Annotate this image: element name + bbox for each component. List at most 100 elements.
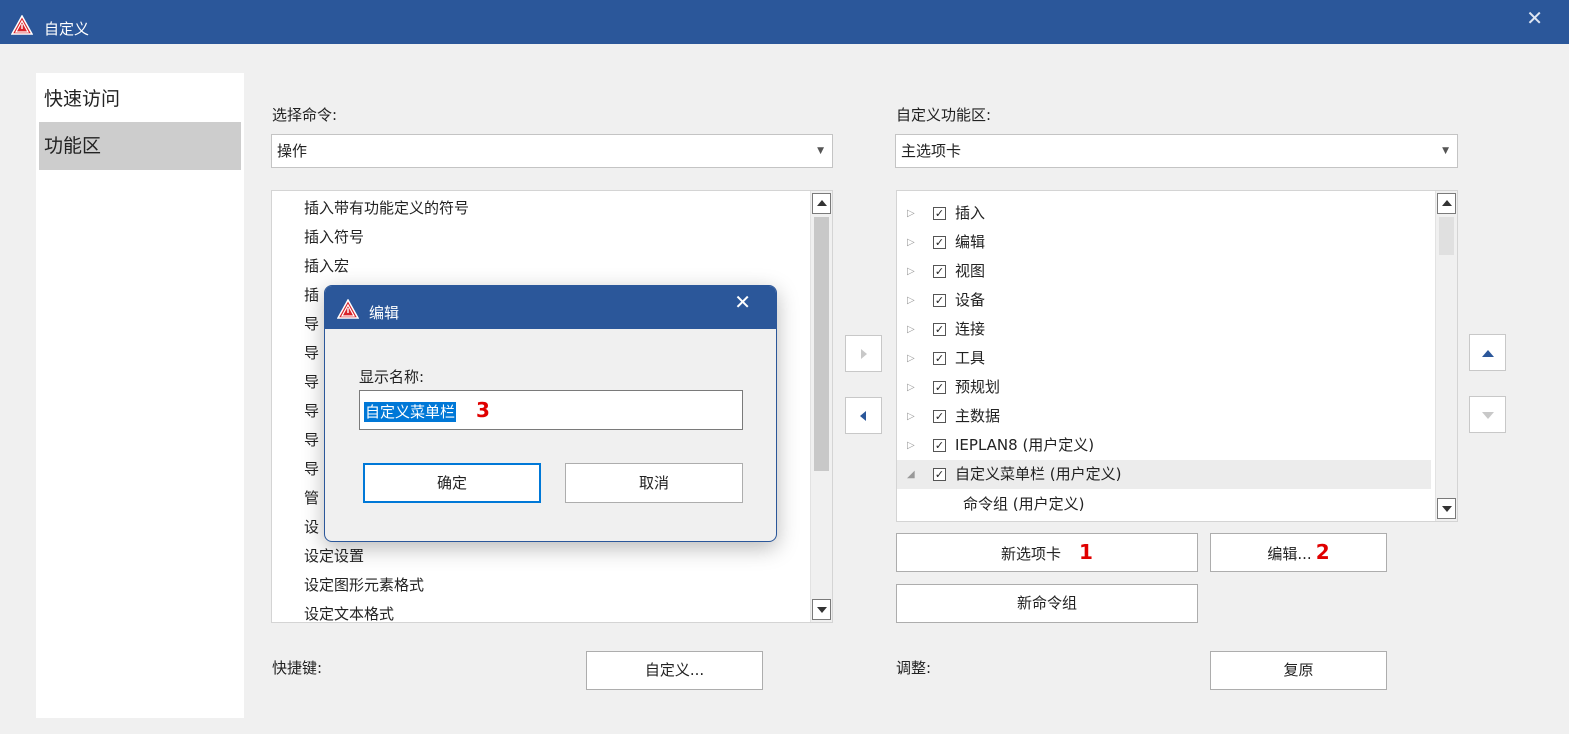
checkbox[interactable]: ✓: [933, 352, 946, 365]
scroll-down-button[interactable]: [1437, 498, 1456, 519]
tree-item-custom-menubar[interactable]: ◢ ✓ 自定义菜单栏 (用户定义): [897, 460, 1431, 489]
tree-item-label: 编辑: [955, 233, 986, 251]
list-item[interactable]: 导: [304, 310, 319, 339]
tree-item-label: IEPLAN8 (用户定义): [955, 436, 1095, 454]
ribbon-tree-scrollbar[interactable]: [1435, 191, 1457, 521]
expand-icon[interactable]: ▷: [907, 286, 915, 315]
annotation-marker: 1: [1079, 540, 1093, 564]
checkbox[interactable]: ✓: [933, 439, 946, 452]
ribbon-tree[interactable]: ▷ ✓ 插入 ▷ ✓ 编辑 ▷ ✓ 视图 ▷ ✓ 设备 ▷ ✓ 连接 ▷ ✓ 工…: [896, 190, 1458, 522]
tree-item-insert[interactable]: ▷ ✓ 插入: [897, 199, 1431, 228]
list-item[interactable]: 导: [304, 426, 319, 455]
tree-item-ieplan8[interactable]: ▷ ✓ IEPLAN8 (用户定义): [897, 431, 1431, 460]
nav-item-ribbon[interactable]: 功能区: [39, 122, 241, 170]
expand-icon[interactable]: ▷: [907, 257, 915, 286]
expand-icon[interactable]: ▷: [907, 199, 915, 228]
tree-item-view[interactable]: ▷ ✓ 视图: [897, 257, 1431, 286]
tree-item-label: 命令组 (用户定义): [963, 495, 1085, 513]
commands-combo[interactable]: 操作 ▼: [271, 134, 833, 168]
warning-triangle-icon: [10, 14, 34, 39]
commands-combo-value: 操作: [277, 142, 308, 160]
checkbox[interactable]: ✓: [933, 323, 946, 336]
expand-icon[interactable]: ▷: [907, 344, 915, 373]
ribbon-combo[interactable]: 主选项卡 ▼: [895, 134, 1458, 168]
chevron-down-icon: ▼: [817, 146, 824, 156]
checkbox[interactable]: ✓: [933, 381, 946, 394]
tree-item-tools[interactable]: ▷ ✓ 工具: [897, 344, 1431, 373]
display-name-label: 显示名称:: [359, 368, 425, 386]
commands-scrollbar[interactable]: [810, 191, 832, 622]
display-name-input[interactable]: 自定义菜单栏 3: [359, 390, 743, 430]
tree-item-label: 设备: [955, 291, 986, 309]
dialog-titlebar: 编辑 ✕: [325, 286, 776, 329]
list-item[interactable]: 导: [304, 339, 319, 368]
expand-icon[interactable]: ▷: [907, 315, 915, 344]
close-icon[interactable]: ✕: [734, 292, 751, 312]
edit-button[interactable]: 编辑... 2: [1210, 533, 1387, 572]
list-item[interactable]: 插入符号: [304, 223, 364, 252]
tree-item-label: 连接: [955, 320, 986, 338]
list-item[interactable]: 插: [304, 281, 319, 310]
remove-command-button[interactable]: [845, 397, 882, 434]
tree-item-device[interactable]: ▷ ✓ 设备: [897, 286, 1431, 315]
arrow-up-icon: [1442, 200, 1452, 206]
move-down-button[interactable]: [1469, 396, 1506, 433]
tree-item-connection[interactable]: ▷ ✓ 连接: [897, 315, 1431, 344]
tree-item-edit[interactable]: ▷ ✓ 编辑: [897, 228, 1431, 257]
expand-icon[interactable]: ▷: [907, 402, 915, 431]
scroll-thumb[interactable]: [1439, 217, 1454, 255]
arrow-down-icon: [817, 607, 827, 613]
checkbox[interactable]: ✓: [933, 294, 946, 307]
tree-item-label: 视图: [955, 262, 986, 280]
checkbox[interactable]: ✓: [933, 236, 946, 249]
window-title: 自定义: [44, 20, 90, 38]
scroll-up-button[interactable]: [812, 193, 831, 214]
move-up-button[interactable]: [1469, 334, 1506, 371]
expand-icon[interactable]: ▷: [907, 373, 915, 402]
dialog-title: 编辑: [369, 304, 400, 322]
customize-button[interactable]: 自定义...: [586, 651, 763, 690]
scroll-thumb[interactable]: [814, 217, 829, 471]
list-item[interactable]: 设定文本格式: [304, 600, 394, 622]
arrow-up-icon: [1482, 350, 1494, 357]
list-item[interactable]: 设定图形元素格式: [304, 571, 424, 600]
close-icon[interactable]: ✕: [1526, 8, 1543, 28]
shortcut-label: 快捷键:: [272, 659, 323, 677]
annotation-marker: 3: [476, 398, 490, 422]
list-item[interactable]: 导: [304, 455, 319, 484]
arrow-right-icon: [861, 349, 867, 359]
display-name-value: 自定义菜单栏: [364, 402, 457, 422]
tree-item-preplanning[interactable]: ▷ ✓ 预规划: [897, 373, 1431, 402]
scroll-down-button[interactable]: [812, 599, 831, 620]
checkbox[interactable]: ✓: [933, 265, 946, 278]
add-command-button[interactable]: [845, 335, 882, 372]
list-item[interactable]: 导: [304, 368, 319, 397]
list-item[interactable]: 插入带有功能定义的符号: [304, 194, 469, 223]
scroll-up-button[interactable]: [1437, 193, 1456, 214]
expand-icon[interactable]: ▷: [907, 431, 915, 460]
edit-button-label: 编辑...: [1267, 545, 1312, 563]
cancel-button[interactable]: 取消: [565, 463, 743, 503]
list-item[interactable]: 管: [304, 484, 319, 513]
tree-item-master-data[interactable]: ▷ ✓ 主数据: [897, 402, 1431, 431]
list-item[interactable]: 导: [304, 397, 319, 426]
checkbox[interactable]: ✓: [933, 207, 946, 220]
ribbon-combo-value: 主选项卡: [901, 142, 962, 160]
ok-button[interactable]: 确定: [363, 463, 541, 503]
tree-item-label: 自定义菜单栏 (用户定义): [955, 465, 1122, 483]
list-item[interactable]: 设定设置: [304, 542, 364, 571]
new-group-button[interactable]: 新命令组: [896, 584, 1198, 623]
collapse-icon[interactable]: ◢: [907, 460, 915, 489]
list-item[interactable]: 插入宏: [304, 252, 349, 281]
reset-button[interactable]: 复原: [1210, 651, 1387, 690]
list-item[interactable]: 设: [304, 513, 319, 542]
expand-icon[interactable]: ▷: [907, 228, 915, 257]
tree-item-command-group[interactable]: 命令组 (用户定义): [897, 490, 1431, 519]
arrow-up-icon: [817, 200, 827, 206]
nav-item-quick-access[interactable]: 快速访问: [39, 75, 241, 123]
checkbox[interactable]: ✓: [933, 410, 946, 423]
checkbox[interactable]: ✓: [933, 468, 946, 481]
tree-item-label: 工具: [955, 349, 986, 367]
edit-dialog: 编辑 ✕ 显示名称: 自定义菜单栏 3 确定 取消: [324, 285, 777, 542]
new-tab-button[interactable]: 新选项卡 1: [896, 533, 1198, 572]
